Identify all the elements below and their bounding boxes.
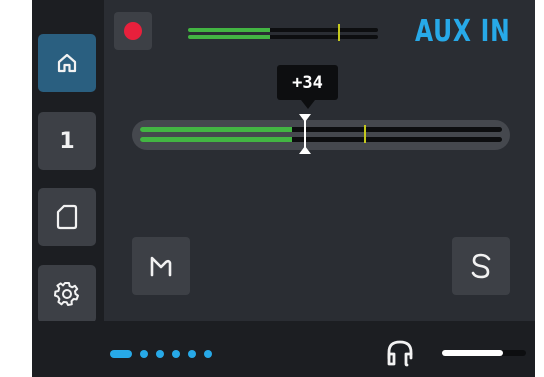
mute-m-icon bbox=[150, 256, 172, 277]
mini-meter-fill-left bbox=[188, 28, 270, 32]
sidebar-item-home[interactable] bbox=[38, 34, 96, 92]
gear-icon bbox=[54, 282, 79, 306]
mini-level-meter bbox=[188, 24, 378, 41]
page-dot[interactable] bbox=[140, 350, 148, 358]
page-dot[interactable] bbox=[110, 350, 132, 358]
page-dot[interactable] bbox=[204, 350, 212, 358]
page-dot[interactable] bbox=[172, 350, 180, 358]
mini-meter-peak-marker bbox=[338, 24, 340, 41]
mini-meter-fill-right bbox=[188, 35, 270, 39]
input-source-label: AUX IN bbox=[414, 14, 510, 49]
page-dot[interactable] bbox=[188, 350, 196, 358]
gain-meter-fill-right bbox=[140, 137, 292, 142]
headphone-volume-fill bbox=[442, 350, 503, 356]
record-dot-icon bbox=[124, 22, 142, 40]
solo-button[interactable] bbox=[452, 237, 510, 295]
mute-button[interactable] bbox=[132, 237, 190, 295]
record-button[interactable] bbox=[114, 12, 152, 50]
headphone-volume-slider[interactable] bbox=[442, 350, 526, 356]
channel-number: 1 bbox=[59, 128, 75, 154]
gain-meter-fill-left bbox=[140, 127, 292, 132]
gain-meter[interactable] bbox=[132, 120, 510, 150]
device-screen: 1 AUX IN +34 bbox=[32, 0, 535, 377]
gain-meter-peak-marker bbox=[364, 125, 366, 143]
sidebar-item-channel[interactable]: 1 bbox=[38, 112, 96, 170]
page-dot[interactable] bbox=[156, 350, 164, 358]
page-indicator bbox=[110, 349, 212, 359]
sidebar: 1 bbox=[32, 0, 104, 323]
sidebar-item-sd-card[interactable] bbox=[38, 188, 96, 246]
home-icon bbox=[57, 53, 77, 73]
headphones-icon[interactable] bbox=[386, 339, 414, 367]
solo-s-icon bbox=[471, 253, 491, 279]
bottom-bar bbox=[32, 321, 535, 377]
sd-card-icon bbox=[56, 204, 78, 230]
gain-slider-handle[interactable] bbox=[298, 112, 312, 156]
gain-value-tooltip: +34 bbox=[277, 65, 338, 109]
sidebar-item-settings[interactable] bbox=[38, 265, 96, 323]
